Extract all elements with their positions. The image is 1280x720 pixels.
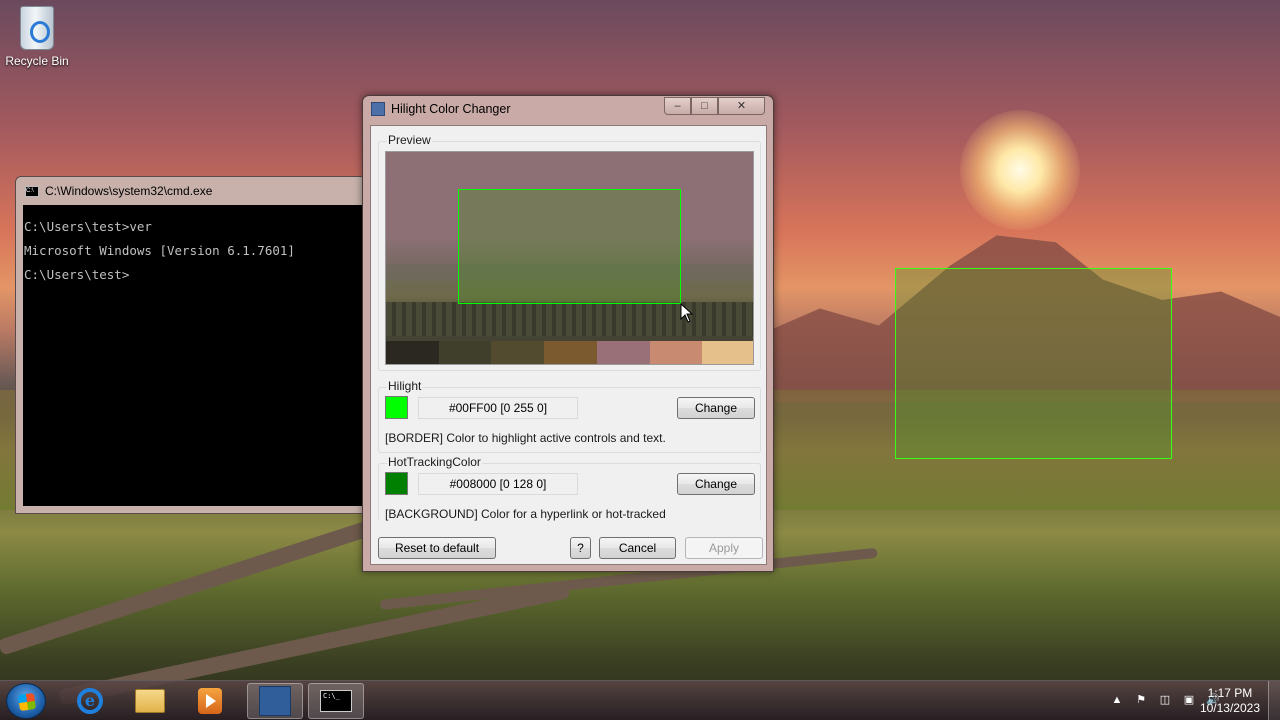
swatch-7 xyxy=(702,341,753,364)
hilight-change-button[interactable]: Change xyxy=(677,397,755,419)
preview-treeline xyxy=(386,302,753,336)
hilight-description: [BORDER] Color to highlight active contr… xyxy=(385,431,666,445)
recycle-bin-icon xyxy=(20,6,54,50)
hot-tracking-label: HotTrackingColor xyxy=(387,455,482,469)
caption-buttons: – □ ✕ xyxy=(664,97,765,115)
hilight-color-swatch[interactable] xyxy=(385,396,408,419)
console-line: C:\Users\test> xyxy=(24,267,130,282)
preview-highlight-rectangle xyxy=(458,189,681,304)
swatch-2 xyxy=(438,341,492,364)
hot-tracking-description: [BACKGROUND] Color for a hyperlink or ho… xyxy=(385,507,666,521)
hilight-color-changer-icon xyxy=(259,686,291,716)
cmd-title: C:\Windows\system32\cmd.exe xyxy=(45,184,213,198)
mouse-cursor-icon xyxy=(680,303,694,323)
show-desktop-button[interactable] xyxy=(1268,681,1280,720)
highlight-rectangle-sample xyxy=(895,268,1172,459)
desktop-icon-recycle-bin[interactable]: Recycle Bin xyxy=(4,6,70,68)
preview-color-swatches xyxy=(386,341,753,364)
cancel-button[interactable]: Cancel xyxy=(599,537,676,559)
hot-tracking-change-button[interactable]: Change xyxy=(677,473,755,495)
taskbar-hilight-color-changer[interactable] xyxy=(247,683,303,719)
cmd-window[interactable]: C:\ C:\Windows\system32\cmd.exe C:\Users… xyxy=(15,176,375,514)
swatch-1 xyxy=(386,341,439,364)
hilight-label: Hilight xyxy=(387,379,423,393)
preview-image xyxy=(385,151,754,365)
sun-glow xyxy=(960,110,1080,230)
reset-to-default-button[interactable]: Reset to default xyxy=(378,537,496,559)
clock-time: 1:17 PM xyxy=(1207,686,1253,700)
clock[interactable]: 1:17 PM 10/13/2023 xyxy=(1200,686,1260,716)
taskbar-internet-explorer[interactable]: e xyxy=(62,683,118,719)
media-player-icon xyxy=(198,688,222,714)
hot-tracking-value-field: #008000 [0 128 0] xyxy=(418,472,578,495)
cmd-icon: C:\ xyxy=(25,185,39,197)
hilight-row: #00FF00 [0 255 0] xyxy=(385,396,578,419)
network-icon[interactable]: ▣ xyxy=(1182,693,1196,707)
preview-label: Preview xyxy=(387,133,432,147)
console-line: Microsoft Windows [Version 6.1.7601] xyxy=(24,243,295,258)
cmd-console[interactable]: C:\Users\test>ver Microsoft Windows [Vers… xyxy=(23,205,374,506)
windows-logo-icon xyxy=(17,692,37,712)
swatch-3 xyxy=(491,341,545,364)
start-button[interactable] xyxy=(6,683,46,719)
minimize-button[interactable]: – xyxy=(664,97,691,115)
desktop-icon-label: Recycle Bin xyxy=(5,54,69,68)
swatch-4 xyxy=(544,341,597,364)
clock-date: 10/13/2023 xyxy=(1199,701,1260,715)
swatch-5 xyxy=(596,341,650,364)
hilight-value-field: #00FF00 [0 255 0] xyxy=(418,396,578,419)
cmd-titlebar[interactable]: C:\ C:\Windows\system32\cmd.exe xyxy=(16,177,374,205)
dialog-title: Hilight Color Changer xyxy=(391,102,511,116)
close-button[interactable]: ✕ xyxy=(718,97,765,115)
swatch-6 xyxy=(649,341,703,364)
dialog-titlebar[interactable]: Hilight Color Changer xyxy=(371,102,511,116)
hot-tracking-color-swatch[interactable] xyxy=(385,472,408,495)
maximize-button[interactable]: □ xyxy=(691,97,718,115)
cmd-icon: C:\_ xyxy=(320,690,352,712)
apply-button[interactable]: Apply xyxy=(685,537,763,559)
internet-explorer-icon: e xyxy=(77,688,103,714)
file-explorer-icon xyxy=(135,689,165,713)
help-button[interactable]: ? xyxy=(570,537,591,559)
taskbar-cmd[interactable]: C:\_ xyxy=(308,683,364,719)
hilight-color-changer-dialog[interactable]: Hilight Color Changer – □ ✕ Preview Hili… xyxy=(362,95,774,572)
console-line: C:\Users\test>ver xyxy=(24,219,152,234)
dialog-client-area: Preview Hilight #00FF00 [0 255 0] Change… xyxy=(370,125,767,565)
hot-tracking-row: #008000 [0 128 0] xyxy=(385,472,578,495)
app-icon xyxy=(371,102,385,116)
taskbar-media-player[interactable] xyxy=(182,683,238,719)
action-center-flag-icon[interactable]: ⚑ xyxy=(1134,693,1148,707)
safely-remove-hardware-icon[interactable]: ◫ xyxy=(1158,693,1172,707)
taskbar: e C:\_ ▲ ⚑ ◫ ▣ 🔊 1:17 PM 10/13/2023 xyxy=(0,680,1280,720)
taskbar-file-explorer[interactable] xyxy=(122,683,178,719)
show-hidden-icons-icon[interactable]: ▲ xyxy=(1110,693,1124,707)
